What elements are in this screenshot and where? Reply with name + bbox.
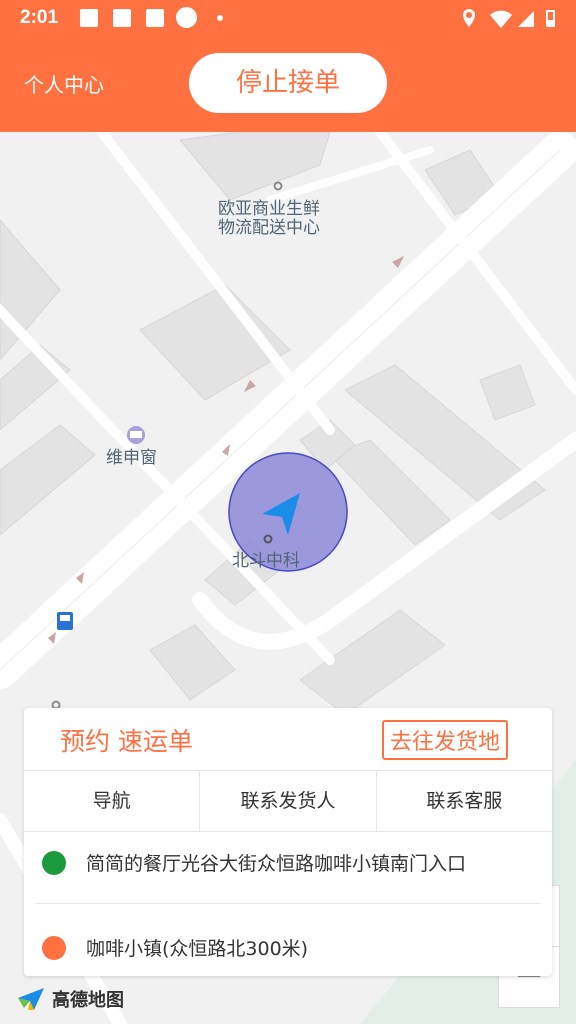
map-poi-label: 维申窗 xyxy=(106,448,157,468)
location-icon xyxy=(463,9,475,27)
navigate-button[interactable]: 导航 xyxy=(24,771,201,831)
map-poi-label: 北斗中科 xyxy=(232,551,300,571)
app-bar: 个人中心 停止接单 xyxy=(0,36,576,132)
notification-icon xyxy=(80,9,98,27)
order-type-label: 预约 速运单 xyxy=(60,727,193,756)
pickup-dot-icon xyxy=(42,851,66,875)
notification-icon xyxy=(176,7,197,28)
status-bar: 2:01 xyxy=(0,0,576,36)
stop-accepting-orders-button[interactable]: 停止接单 xyxy=(189,53,387,113)
divider xyxy=(36,903,540,904)
contact-support-button[interactable]: 联系客服 xyxy=(377,771,552,831)
profile-center-link[interactable]: 个人中心 xyxy=(24,69,104,98)
amap-brand-text: 高德地图 xyxy=(52,990,124,1011)
amap-logo-icon xyxy=(18,988,44,1010)
dropoff-dot-icon xyxy=(42,936,66,960)
order-actions: 导航 联系发货人 联系客服 xyxy=(24,770,552,832)
notification-icon xyxy=(146,9,164,27)
dropoff-address: 咖啡小镇(众恒路北300米) xyxy=(86,938,309,960)
wifi-icon xyxy=(490,10,512,28)
pickup-address: 简简的餐厅光谷大街众恒路咖啡小镇南门入口 xyxy=(86,853,467,875)
contact-shipper-button[interactable]: 联系发货人 xyxy=(200,771,377,831)
status-time: 2:01 xyxy=(20,7,59,28)
more-notifications-icon xyxy=(217,15,223,21)
notification-icon xyxy=(113,9,131,27)
map-poi-label: 欧亚商业生鲜 物流配送中心 xyxy=(218,199,320,238)
go-to-pickup-button[interactable]: 去往发货地 xyxy=(382,720,509,760)
system-status-icons xyxy=(463,9,555,28)
order-card: 预约 速运单 去往发货地 导航 联系发货人 联系客服 简简的餐厅光谷大街众恒路咖… xyxy=(24,708,552,976)
signal-icon xyxy=(518,11,534,27)
amap-brand: 高德地图 xyxy=(16,986,124,1012)
